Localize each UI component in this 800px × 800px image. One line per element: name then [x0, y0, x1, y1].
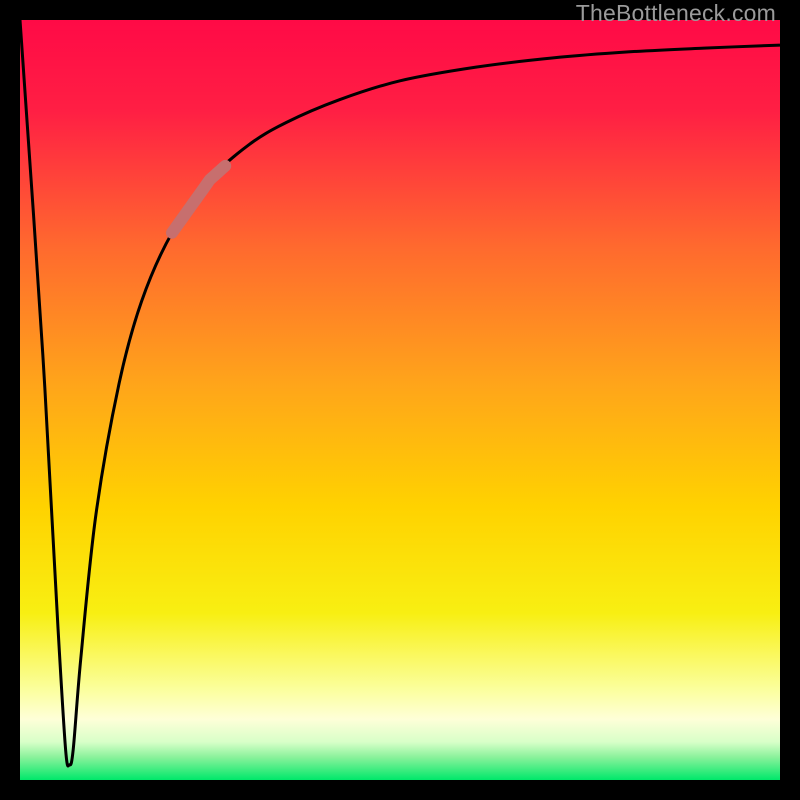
curve-path: [20, 20, 780, 766]
plot-area: [20, 20, 780, 780]
watermark-text: TheBottleneck.com: [576, 0, 776, 27]
curve-highlight: [172, 166, 225, 233]
chart-stage: TheBottleneck.com: [0, 0, 800, 800]
bottleneck-curve: [20, 20, 780, 780]
